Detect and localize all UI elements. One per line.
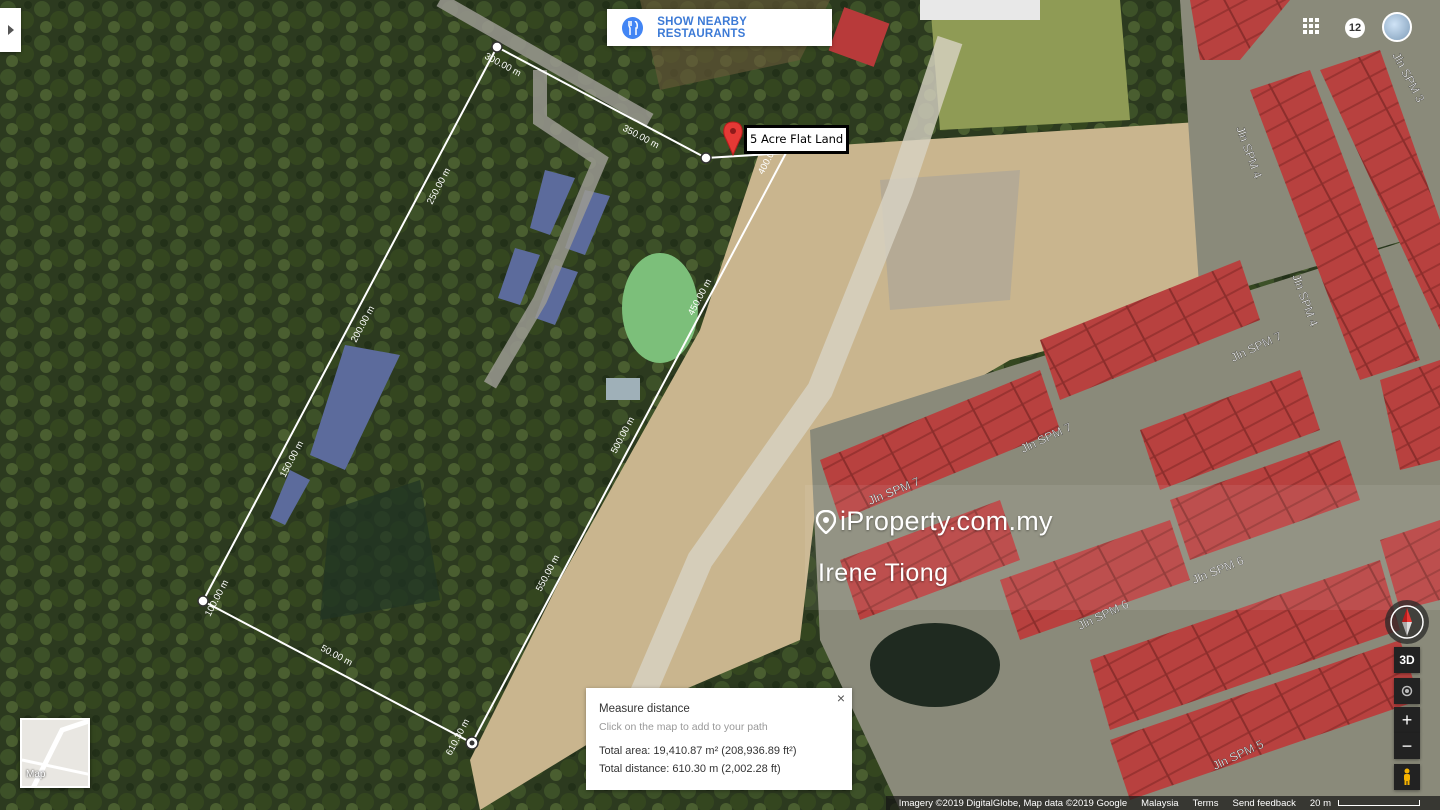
map-type-label: Map xyxy=(26,769,46,780)
scale-label: 20 m xyxy=(1310,798,1427,809)
street-view-pegman-icon[interactable] xyxy=(1394,764,1420,790)
imagery-credit: Imagery ©2019 DigitalGlobe, Map data ©20… xyxy=(898,797,1128,809)
zoom-out-button[interactable]: − xyxy=(1394,733,1420,759)
attribution-bar: Imagery ©2019 DigitalGlobe, Map data ©20… xyxy=(885,796,1440,810)
watermark-brand: iProperty.com.my xyxy=(816,506,1053,537)
account-avatar[interactable] xyxy=(1382,12,1412,42)
chevron-right-icon xyxy=(7,25,14,35)
terms-link[interactable]: Terms xyxy=(1193,798,1219,809)
map-type-toggle[interactable]: Map xyxy=(20,718,90,788)
pin-label: 5 Acre Flat Land xyxy=(744,125,850,154)
measure-vertex[interactable] xyxy=(491,41,503,53)
compass-icon[interactable] xyxy=(1385,600,1429,644)
measure-total-distance: Total distance: 610.30 m (2,002.28 ft) xyxy=(599,763,781,775)
apps-grid-icon[interactable] xyxy=(1303,18,1323,38)
measure-vertex[interactable] xyxy=(465,736,479,750)
close-icon[interactable]: × xyxy=(834,691,848,705)
zoom-in-button[interactable]: + xyxy=(1394,707,1420,733)
restaurants-label: SHOW NEARBY RESTAURANTS xyxy=(657,15,747,40)
3d-toggle-button[interactable]: 3D xyxy=(1394,647,1420,673)
measure-total-area: Total area: 19,410.87 m² (208,936.89 ft²… xyxy=(599,745,797,757)
my-location-button[interactable] xyxy=(1394,678,1420,704)
scale-text: 20 m xyxy=(1309,797,1331,809)
scale-bar xyxy=(1338,799,1420,806)
notifications-badge[interactable]: 12 xyxy=(1345,18,1365,38)
my-location-icon xyxy=(1401,685,1413,697)
measure-hint: Click on the map to add to your path xyxy=(599,721,768,733)
fork-knife-icon xyxy=(622,16,644,39)
send-feedback-link[interactable]: Send feedback xyxy=(1232,798,1295,809)
watermark-agent-name: Irene Tiong xyxy=(818,559,949,587)
location-marker-icon xyxy=(816,509,836,534)
measure-distance-card: Measure distance Click on the map to add… xyxy=(586,688,852,790)
country-label: Malaysia xyxy=(1141,797,1179,809)
measure-title: Measure distance xyxy=(599,703,690,715)
show-nearby-restaurants-button[interactable]: SHOW NEARBY RESTAURANTS xyxy=(607,9,832,46)
expand-sidebar-button[interactable] xyxy=(0,8,21,52)
brand-text: iProperty.com.my xyxy=(840,506,1053,536)
measure-vertex[interactable] xyxy=(700,152,712,164)
